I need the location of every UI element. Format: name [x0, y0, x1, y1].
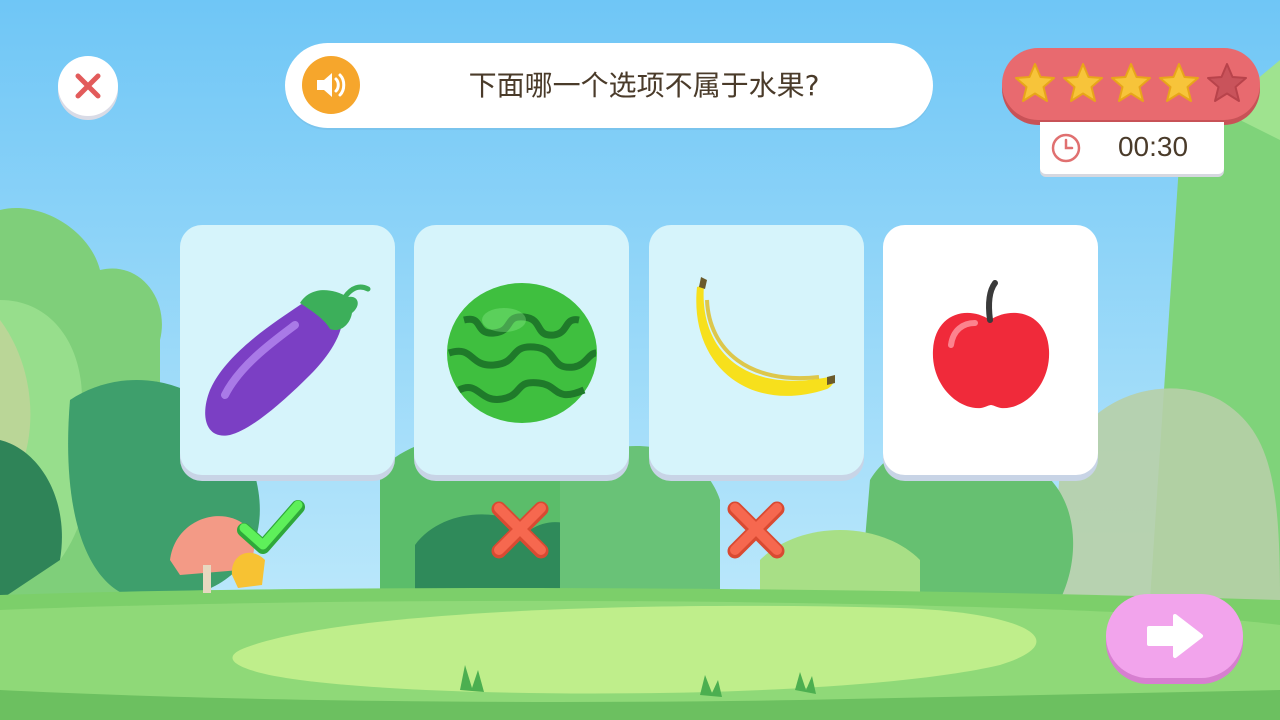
star-filled-icon	[1063, 63, 1103, 102]
watermelon-icon	[447, 283, 597, 423]
cross-mark-icon	[727, 501, 785, 559]
question-text: 下面哪一个选项不属于水果?	[468, 69, 820, 102]
cross-mark-icon	[491, 501, 549, 559]
option-card-1[interactable]	[180, 225, 395, 475]
timer: 00:30	[1040, 122, 1224, 174]
clock-icon	[1051, 133, 1081, 163]
option-card-2[interactable]	[414, 225, 629, 475]
star-empty-icon	[1207, 63, 1247, 102]
star-filled-icon	[1015, 63, 1055, 102]
eggplant-icon	[205, 284, 371, 436]
close-icon	[75, 73, 101, 99]
apple-icon	[932, 280, 1050, 409]
option-card-3[interactable]	[649, 225, 864, 475]
banana-icon	[696, 277, 835, 396]
close-button[interactable]	[58, 56, 118, 116]
timer-text: 00:30	[1117, 131, 1189, 162]
score-panel	[1002, 48, 1260, 120]
next-button[interactable]	[1106, 594, 1243, 678]
speaker-button[interactable]	[302, 56, 360, 114]
speaker-icon	[317, 73, 346, 97]
star-filled-icon	[1111, 63, 1151, 102]
question-bar: 下面哪一个选项不属于水果?	[285, 43, 933, 128]
star-filled-icon	[1159, 63, 1199, 102]
arrow-right-icon	[1146, 614, 1203, 658]
option-card-4[interactable]	[883, 225, 1098, 475]
check-mark-icon	[237, 500, 305, 554]
